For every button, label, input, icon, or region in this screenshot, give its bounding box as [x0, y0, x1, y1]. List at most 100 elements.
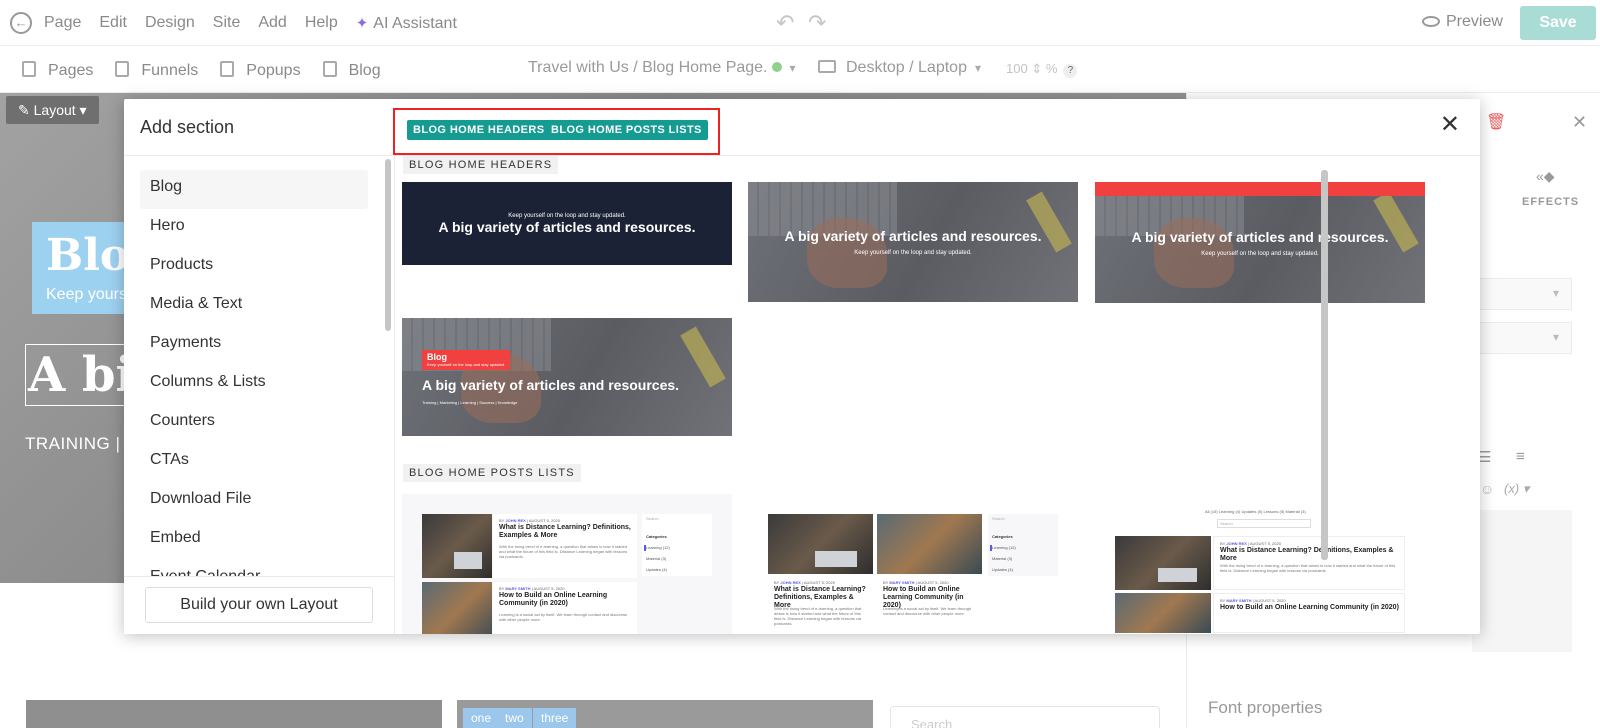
- template-header-dark[interactable]: Keep yourself on the loop and stay updat…: [402, 182, 732, 265]
- section-label-posts-lists: BLOG HOME POSTS LISTS: [403, 464, 581, 482]
- redo-icon[interactable]: ↷: [808, 10, 826, 36]
- eye-icon: [1422, 16, 1440, 27]
- pill-blog-home-posts-lists[interactable]: BLOG HOME POSTS LISTS: [545, 120, 708, 140]
- sidebar-item-hero[interactable]: Hero: [140, 209, 368, 248]
- nav-popups-label: Popups: [246, 61, 301, 79]
- post-date: | AUGUST 5, 2020: [1246, 541, 1281, 546]
- layout-button[interactable]: ✎ Layout ▾: [6, 96, 99, 124]
- close-icon[interactable]: ✕: [1440, 113, 1460, 137]
- back-icon[interactable]: ←: [10, 12, 32, 34]
- template-header-photo-label[interactable]: Blog Keep yourself on the loop and stay …: [402, 318, 732, 436]
- post-card: BY MARY SMITH | AUGUST 5, 2020 How to Bu…: [1213, 593, 1405, 633]
- canvas-tag: two: [497, 708, 532, 728]
- thumb-headline: A big variety of articles and resources.: [438, 219, 696, 235]
- post-byline: BY JOHN REX | AUGUST 5, 2020: [1220, 541, 1281, 546]
- post-author: JOHN REX: [505, 518, 526, 523]
- sidebar-scrollbar[interactable]: [385, 159, 391, 331]
- menu-site[interactable]: Site: [213, 14, 241, 32]
- sidebar-item-blog[interactable]: Blog: [140, 170, 368, 209]
- post-date: | AUGUST 5, 2020: [525, 518, 560, 523]
- page-selector[interactable]: Travel with Us / Blog Home Page. ▾: [528, 59, 796, 77]
- sidebar-widget: Search Categories Learning (12) Material…: [988, 514, 1058, 576]
- nav-pages[interactable]: Pages: [22, 60, 93, 80]
- template-posts-grid-sidebar[interactable]: BY JOHN REX | AUGUST 5, 2020 What is Dis…: [748, 494, 1078, 634]
- property-dropdown[interactable]: [1468, 278, 1572, 310]
- numbered-list-icon[interactable]: ≡: [1516, 448, 1525, 465]
- post-byline: BY MARY SMITH | AUGUST 5, 2020: [1220, 598, 1286, 603]
- sidebar-footer: Build your own Layout: [124, 576, 394, 634]
- sidebar-item-counters[interactable]: Counters: [140, 404, 368, 443]
- sidebar-item-download-file[interactable]: Download File: [140, 482, 368, 521]
- variable-icon[interactable]: (x) ▾: [1504, 481, 1529, 497]
- thumb-headline: A big variety of articles and resources.: [784, 228, 1042, 244]
- device-selector[interactable]: Desktop / Laptop ▾: [818, 59, 981, 77]
- category-item: Learning (12): [992, 545, 1016, 550]
- trash-icon[interactable]: 🗑: [1486, 112, 1506, 132]
- zoom-control[interactable]: 100 ⇕ %?: [1006, 61, 1078, 78]
- laptop-image: [815, 551, 858, 567]
- template-posts-list-sidebar[interactable]: BY JOHN REX | AUGUST 5, 2020 What is Dis…: [402, 494, 732, 634]
- template-header-photo[interactable]: A big variety of articles and resources.…: [748, 182, 1078, 302]
- template-posts-list-filter[interactable]: All (15) Learning (4) Updates (5) Lesson…: [1095, 494, 1425, 634]
- pill-blog-home-headers[interactable]: BLOG HOME HEADERS: [407, 120, 551, 140]
- emoji-icon[interactable]: ☺: [1480, 481, 1494, 497]
- section-category-sidebar: Blog Hero Products Media & Text Payments…: [124, 156, 395, 634]
- zoom-value: 100: [1006, 61, 1028, 76]
- preview-button[interactable]: Preview: [1422, 13, 1503, 31]
- effects-tab[interactable]: EFFECTS: [1522, 196, 1579, 208]
- nav-popups[interactable]: Popups: [220, 60, 301, 80]
- post-excerpt: Learning is a social act by itself. We l…: [883, 606, 972, 616]
- category-item: Updates (4): [992, 567, 1013, 572]
- sidebar-item-columns-lists[interactable]: Columns & Lists: [140, 365, 368, 404]
- property-dropdown[interactable]: [1468, 322, 1572, 354]
- nav-blog[interactable]: Blog: [322, 60, 381, 80]
- canvas-big-title[interactable]: A bi: [25, 344, 125, 406]
- canvas-blog-badge: Blog Keep yours: [32, 222, 160, 314]
- red-strip: [1095, 182, 1425, 196]
- nav-funnels[interactable]: Funnels: [115, 60, 198, 80]
- sidebar-item-media-text[interactable]: Media & Text: [140, 287, 368, 326]
- sidebar-item-products[interactable]: Products: [140, 248, 368, 287]
- template-header-photo-red[interactable]: A big variety of articles and resources.…: [1095, 182, 1425, 303]
- post-author: MARY SMITH: [889, 580, 915, 585]
- help-icon[interactable]: ?: [1063, 64, 1078, 78]
- ai-assistant-button[interactable]: ✦ AI Assistant: [356, 14, 457, 33]
- sidebar-item-ctas[interactable]: CTAs: [140, 443, 368, 482]
- menu-page[interactable]: Page: [44, 14, 81, 32]
- sparkle-icon: ✦: [355, 14, 369, 32]
- canvas-training-text: TRAINING |: [25, 434, 121, 453]
- menu-edit[interactable]: Edit: [99, 14, 127, 32]
- close-icon[interactable]: ✕: [1572, 112, 1587, 133]
- zoom-unit: %: [1045, 61, 1058, 76]
- categories-heading: Categories: [992, 534, 1013, 539]
- menu-design[interactable]: Design: [145, 14, 195, 32]
- post-author: MARY SMITH: [505, 586, 531, 591]
- device-label: Desktop / Laptop: [846, 59, 967, 76]
- main-menu: Page Edit Design Site Add Help ✦ AI Assis…: [44, 0, 457, 46]
- variable-label: (x): [1504, 481, 1520, 496]
- red-label: Blog Keep yourself on the loop and stay …: [422, 350, 510, 370]
- popup-icon: [220, 60, 235, 77]
- top-menu-bar: ← Page Edit Design Site Add Help ✦ AI Ass…: [0, 0, 1600, 46]
- sidebar-item-payments[interactable]: Payments: [140, 326, 368, 365]
- bulleted-list-icon[interactable]: ☰: [1478, 448, 1491, 466]
- save-button[interactable]: Save: [1520, 6, 1596, 40]
- content-scrollbar[interactable]: [1321, 170, 1328, 560]
- category-item: Updates (4): [646, 567, 667, 572]
- post-card: BY MARY SMITH | AUGUST 5, 2020 How to Bu…: [493, 582, 637, 634]
- menu-help[interactable]: Help: [305, 14, 338, 32]
- status-dot: [771, 62, 782, 72]
- post-card: BY JOHN REX | AUGUST 5, 2020 What is Dis…: [1213, 536, 1405, 590]
- section-templates-grid: BLOG HOME HEADERS Keep yourself on the l…: [395, 156, 1480, 634]
- laptop-image: [453, 552, 482, 570]
- undo-icon[interactable]: ↶: [776, 10, 794, 36]
- canvas-search-widget: Search: [890, 706, 1160, 728]
- secondary-toolbar: Pages Funnels Popups Blog Travel with Us…: [0, 47, 1600, 93]
- post-byline: BY JOHN REX | AUGUST 5, 2020: [499, 518, 560, 523]
- page-icon: [22, 60, 36, 77]
- layout-label: Layout: [33, 102, 76, 118]
- post-date: | AUGUST 5, 2020: [800, 580, 835, 585]
- sidebar-item-embed[interactable]: Embed: [140, 521, 368, 560]
- build-own-layout-button[interactable]: Build your own Layout: [145, 587, 373, 623]
- menu-add[interactable]: Add: [258, 14, 286, 32]
